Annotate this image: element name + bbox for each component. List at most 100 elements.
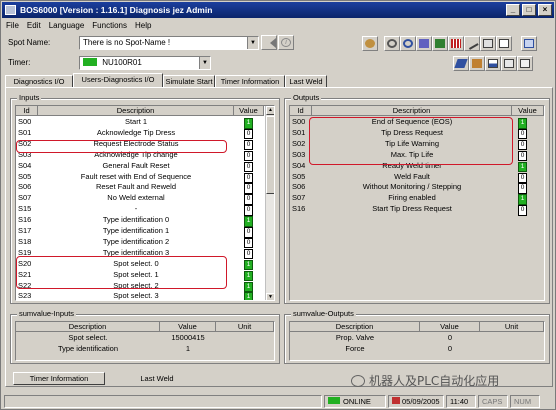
maximize-button[interactable]: □ — [522, 4, 536, 16]
calendar-icon — [392, 397, 400, 404]
inputs-title: Inputs — [17, 93, 42, 102]
toolbar-chart-icon[interactable] — [485, 56, 501, 71]
sum_outputs-row-unit — [480, 333, 544, 344]
status-bar: ONLINE 05/09/2005 11:40 CAPS NUM — [2, 393, 554, 410]
toolbar-gear-icon[interactable] — [384, 36, 400, 51]
toolbar-user-icon[interactable] — [362, 36, 378, 51]
sum_outputs-row: Prop. Valve 0 — [290, 333, 544, 344]
sum-inputs-title: sumvalue-Inputs — [17, 309, 77, 318]
timer-status-icon — [83, 58, 97, 66]
status-time: 11:40 — [446, 395, 476, 408]
inputs-row-description: Type identification 1 — [102, 226, 170, 235]
inputs-row: S07 No Weld external 0 — [16, 193, 270, 205]
highlight-request-electrode-status — [16, 140, 227, 153]
sum-outputs-title: sumvalue-Outputs — [291, 309, 356, 318]
timer-information-button[interactable]: Timer Information — [13, 372, 105, 385]
inputs-row-description: General Fault Reset — [102, 160, 170, 170]
menu-edit[interactable]: Edit — [23, 19, 45, 32]
sum_outputs-row-unit — [480, 344, 544, 355]
outputs-row-description: Start Tip Dress Request — [372, 204, 452, 214]
window-title: BOS6000 [Version : 1.16.1] Diagnosis jez… — [20, 5, 213, 15]
outputs-row: S06 Without Monitoring / Stepping 0 — [290, 182, 544, 194]
outputs-row-description: Without Monitoring / Stepping — [362, 182, 462, 192]
chevron-down-icon: ▼ — [247, 37, 258, 49]
sum_inputs-row-unit — [216, 344, 274, 355]
sum_outputs-row: Force 0 — [290, 344, 544, 355]
spot-name-select[interactable]: There is no Spot-Name ! ▼ — [79, 36, 259, 50]
toolbar-document-icon[interactable] — [496, 36, 512, 51]
timer-select[interactable]: NU100R01 ▼ — [79, 56, 211, 70]
toolbar-tools-icon[interactable] — [469, 56, 485, 71]
inputs-row: S16 Type identification 01 — [16, 215, 270, 227]
tab-page: Inputs Id Description Value ▲ ▼ S00 Start… — [5, 87, 553, 387]
inputs-row-description: - — [134, 204, 138, 214]
inputs-row: S15-0 — [16, 204, 270, 216]
toolbar-grid-icon[interactable] — [448, 36, 464, 51]
inputs-row: S05 Fault reset with End of Sequence 0 — [16, 172, 270, 183]
inputs-row-description: Type identification 0 — [102, 215, 170, 225]
menu-help[interactable]: Help — [131, 19, 155, 32]
sum_inputs-row-desc: Spot select. — [68, 333, 108, 342]
tab-users-diagnostics-io[interactable]: Users-Diagnostics I/O — [73, 73, 163, 88]
outputs-row-value: 0 — [518, 205, 527, 216]
last-weld-button[interactable]: Last Weld — [111, 372, 203, 385]
app-window: BOS6000 [Version : 1.16.1] Diagnosis jez… — [0, 0, 556, 410]
toolbar-program-icon[interactable] — [416, 36, 432, 51]
outputs-row: S07 Firing enabled 1 — [290, 193, 544, 205]
sum_inputs-row-unit — [216, 333, 274, 344]
toolbar-save-icon[interactable] — [501, 56, 517, 71]
outputs-row: S16 Start Tip Dress Request 0 — [290, 204, 544, 216]
watermark-text: 机器人及PLC自动化应用 — [369, 374, 500, 388]
toolbar-list-icon[interactable] — [521, 36, 537, 51]
status-date: 05/09/2005 — [388, 395, 444, 408]
inputs-row: S18 Type identification 20 — [16, 236, 270, 249]
toolbar-export-icon[interactable] — [517, 56, 533, 71]
spot-name-label: Spot Name: — [8, 38, 51, 47]
status-online: ONLINE — [324, 395, 386, 408]
wechat-icon — [351, 375, 365, 387]
toolbar-edit-icon[interactable] — [464, 36, 480, 51]
outputs-row: S05 Weld Fault 0 — [290, 172, 544, 183]
inputs-header-id: Id — [16, 106, 38, 116]
menu-functions[interactable]: Functions — [88, 19, 131, 32]
outputs-header-value: Value — [512, 106, 544, 116]
toolbar-settings-icon[interactable] — [400, 36, 416, 51]
sum_inputs-row-val: 15000415 — [171, 333, 205, 342]
menu-bar: File Edit Language Functions Help — [2, 19, 554, 32]
highlight-tip-outputs — [309, 117, 513, 165]
inputs-row: S01 Acknowledge Tip Dress 0 — [16, 128, 270, 140]
inputs-header: Id Description Value — [16, 106, 264, 116]
inputs-row-description: Start 1 — [124, 117, 148, 126]
toolbar-table-icon[interactable] — [480, 36, 496, 51]
info-icon[interactable]: i — [278, 35, 294, 50]
sum-outputs-group: sumvalue-Outputs Description Value Unit … — [284, 309, 550, 364]
sum_outputs-row-val: 0 — [447, 344, 453, 353]
inputs-header-description: Description — [38, 106, 234, 116]
outputs-header-id: Id — [290, 106, 312, 116]
watermark: 机器人及PLC自动化应用 — [351, 372, 499, 389]
sum-inputs-header-description: Description — [16, 322, 160, 332]
menu-file[interactable]: File — [2, 19, 23, 32]
sum_inputs-row-val: 1 — [185, 344, 191, 353]
go-back-icon[interactable] — [261, 35, 277, 50]
inputs-row: S04 General Fault Reset 0 — [16, 160, 270, 173]
toolbar-pen-icon[interactable] — [453, 56, 469, 71]
sum_outputs-row-desc: Prop. Valve — [335, 333, 375, 342]
minimize-button[interactable]: _ — [506, 4, 520, 16]
inputs-header-value: Value — [234, 106, 264, 116]
outputs-header: Id Description Value — [290, 106, 544, 116]
sum-inputs-header: Description Value Unit — [16, 322, 274, 332]
close-button[interactable]: × — [538, 4, 552, 16]
scroll-up-icon[interactable]: ▲ — [266, 106, 274, 115]
status-pane-main — [4, 395, 322, 408]
sum-outputs-header-unit: Unit — [480, 322, 544, 332]
toolbar-monitor-icon[interactable] — [432, 36, 448, 51]
outputs-title: Outputs — [291, 93, 322, 102]
sum_outputs-row-val: 0 — [447, 333, 453, 342]
menu-language[interactable]: Language — [45, 19, 89, 32]
inputs-row-description: Reset Fault and Reweld — [95, 182, 177, 192]
sum_inputs-row: Spot select. 15000415 — [16, 333, 274, 344]
status-caps: CAPS — [478, 395, 508, 408]
sum-inputs-group: sumvalue-Inputs Description Value Unit S… — [10, 309, 280, 364]
inputs-row-description: Type identification 2 — [102, 236, 170, 246]
